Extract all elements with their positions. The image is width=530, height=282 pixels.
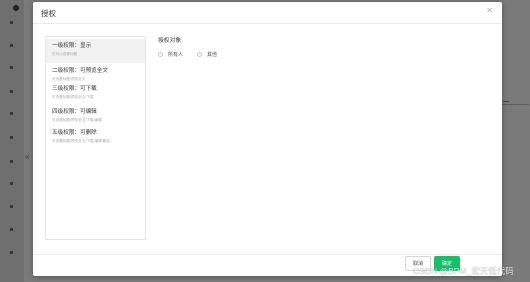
permission-level-item[interactable]: 五级权限：可删除 可查看标题/预览全文/下载/编辑/删除: [46, 126, 145, 150]
permission-level-title: 二级权限：可预览全文: [52, 68, 108, 74]
radio-option-other[interactable]: 其他: [197, 51, 217, 58]
sidebar-menu-icon: [10, 251, 13, 254]
permission-level-title: 五级权限：可删除: [52, 130, 97, 136]
sidebar-menu-icon: [10, 44, 13, 47]
target-label: 授权对象: [158, 38, 182, 44]
modal-title: 授权: [41, 9, 56, 18]
permission-level-item[interactable]: 三级权限：可下载 可查看标题/预览全文/下载: [46, 82, 145, 106]
sidebar-menu-icon: [10, 182, 13, 185]
radio-circle-icon[interactable]: [197, 51, 203, 57]
collapse-arrow-icon: «: [25, 152, 30, 161]
sidebar-menu-icon: [10, 90, 13, 93]
watermark: CSDN @BPM_宏天低代码: [413, 266, 514, 276]
modal-header: 授权 ✕: [33, 2, 502, 24]
sidebar-menu-icon: [10, 21, 13, 24]
background-mark: [503, 101, 509, 102]
radio-circle-icon[interactable]: [158, 51, 163, 57]
permission-level-title: 四级权限：可编辑: [52, 109, 97, 115]
background-divider: [501, 104, 529, 105]
sidebar-menu-icon: [10, 160, 13, 163]
target-radio-group: 所有人 其他: [158, 50, 231, 58]
permission-level-title: 三级权限：可下载: [52, 86, 97, 92]
close-icon[interactable]: ✕: [486, 7, 493, 15]
sidebar-menu-icon: [10, 136, 13, 139]
authorization-modal: 授权 ✕ 一级权限：显示 仅可以查看标题 二级权限：可预览全文 可查看标题/预览…: [33, 2, 502, 276]
sidebar-menu-icon: [10, 228, 13, 231]
sidebar-menu-icon: [10, 205, 13, 208]
permission-level-desc: 仅可以查看标题: [52, 52, 78, 56]
sidebar-menu-icon: [10, 66, 13, 69]
permission-level-item[interactable]: 一级权限：显示 仅可以查看标题: [46, 39, 145, 63]
sidebar-menu-icon: [10, 112, 13, 115]
permission-level-desc: 可查看标题/预览全文/下载/编辑/删除: [52, 139, 110, 143]
permission-level-title: 一级权限：显示: [52, 43, 92, 49]
radio-label: 其他: [207, 51, 218, 58]
permission-level-desc: 可查看标题/预览全文/下载/编辑: [52, 118, 102, 122]
radio-option-everyone[interactable]: 所有人: [158, 51, 183, 58]
radio-label: 所有人: [168, 51, 184, 58]
permission-level-desc: 可查看标题/预览全文/下载: [52, 95, 94, 99]
permission-level-list: 一级权限：显示 仅可以查看标题 二级权限：可预览全文 可查看标题/预览全文 三级…: [45, 36, 146, 240]
background-sidebar: [0, 0, 24, 282]
app-logo-icon: [13, 5, 19, 11]
